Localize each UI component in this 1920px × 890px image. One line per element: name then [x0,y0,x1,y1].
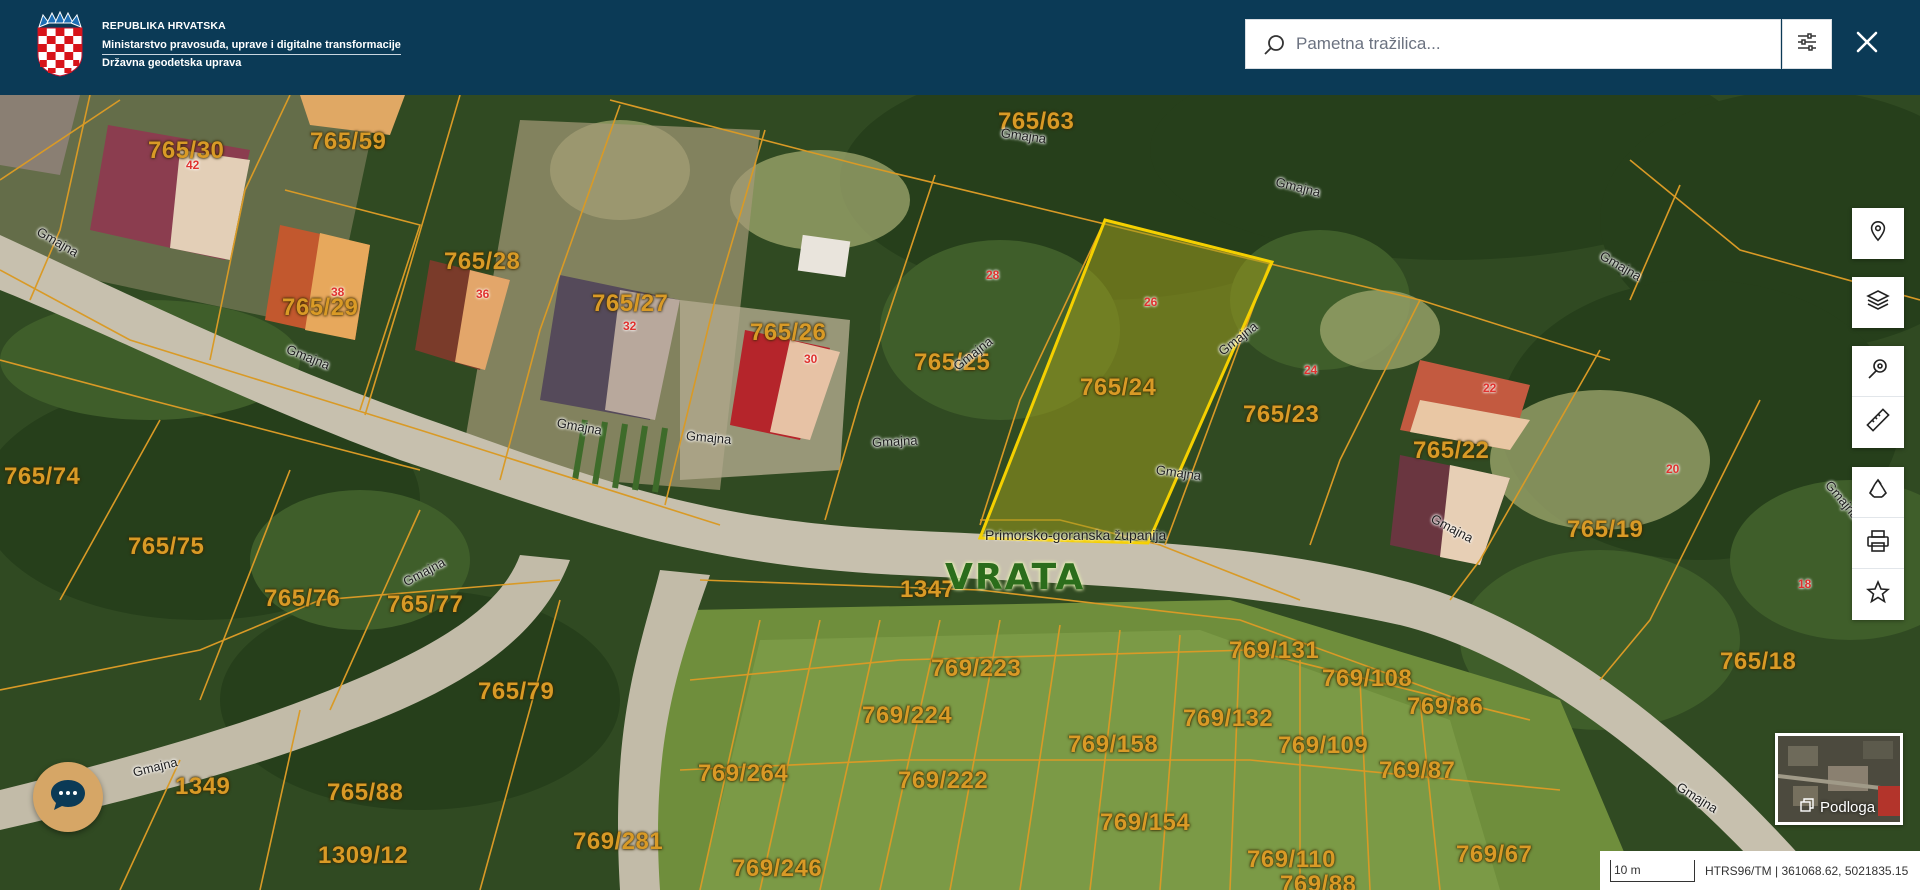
coordinates-readout: HTRS96/TM | 361068.62, 5021835.15 [1705,863,1909,878]
parcel-label: 769/222 [898,767,989,794]
house-number: 32 [623,319,637,333]
parcel-label: 769/110 [1247,846,1336,873]
favorites-button[interactable] [1852,569,1904,620]
parcel-label: 765/27 [592,290,669,317]
toolbar-group-layers [1852,277,1904,328]
parcel-label: 765/28 [444,248,521,275]
county-boundary-label: Primorsko-goranska županija [985,527,1167,543]
parcel-label: 765/88 [327,779,404,806]
parcel-label: 769/131 [1229,637,1320,664]
basemap-switcher[interactable]: Podloga [1775,733,1903,825]
scale-bar: 10 m [1610,859,1695,882]
smart-search-box[interactable] [1245,19,1781,69]
parcel-label: 765/74 [4,463,81,490]
status-bar: 10 m HTRS96/TM | 361068.62, 5021835.15 [1600,851,1920,890]
house-number: 26 [1144,295,1158,309]
house-number: 42 [186,158,200,172]
close-icon [1855,30,1879,59]
app-header: REPUBLIKA HRVATSKA Ministarstvo pravosuđ… [0,0,1920,95]
chat-bubble-icon [49,778,87,817]
org-line-1: REPUBLIKA HRVATSKA [102,20,226,32]
place-name-label: VRATA [945,557,1086,598]
organization-name: REPUBLIKA HRVATSKA Ministarstvo pravosuđ… [102,18,401,72]
parcel-label: 765/26 [750,319,827,346]
parcel-label-selected[interactable]: 765/24 [1080,374,1156,402]
search-icon [1262,33,1286,57]
org-line-3: Državna geodetska uprava [102,57,242,69]
parcel-label: 769/132 [1183,705,1274,732]
org-line-2[interactable]: Ministarstvo pravosuđa, uprave i digital… [102,37,401,55]
house-number: 36 [476,287,490,301]
parcel-label: 1309/12 [318,842,409,869]
toolbar-group-tools [1852,346,1904,448]
my-location-button[interactable] [1852,208,1904,259]
parcel-label: 769/158 [1068,731,1159,758]
parcel-label: 765/29 [282,294,359,321]
house-number: 18 [1798,577,1812,591]
house-number: 30 [804,352,818,366]
print-button[interactable] [1852,518,1904,569]
parcel-label: 769/67 [1456,841,1533,868]
parcel-label: 765/79 [478,678,555,705]
croatian-coat-of-arms-icon[interactable] [36,10,84,77]
parcel-label: 765/22 [1413,437,1490,464]
parcel-label: 765/18 [1720,648,1797,675]
house-number: 24 [1304,363,1318,377]
parcel-label: 765/75 [128,533,205,560]
star-icon [1865,579,1891,609]
print-icon [1866,529,1890,558]
layers-icon [1866,288,1890,317]
close-button[interactable] [1850,22,1884,66]
parcel-label: 765/19 [1567,516,1644,543]
parcel-label: 1349 [175,773,231,800]
basemap-icon [1800,798,1814,816]
street-label: Gmajna [871,432,918,450]
search-location-icon [1866,357,1890,386]
house-number: 22 [1483,381,1497,395]
chat-button[interactable] [33,762,103,832]
parcel-label: 769/223 [931,655,1022,682]
parcel-label: 765/23 [1243,401,1320,428]
layers-button[interactable] [1852,277,1904,328]
toolbar-group-actions [1852,467,1904,620]
parcel-label: 769/281 [573,828,664,855]
search-filter-button[interactable] [1782,19,1832,69]
measure-button[interactable] [1852,397,1904,448]
parcel-label: 769/224 [862,702,953,729]
ruler-icon [1866,408,1890,437]
basemap-label-text: Podloga [1820,798,1876,816]
house-number: 20 [1666,462,1680,476]
parcel-label: 769/87 [1379,757,1456,784]
parcel-label: 769/108 [1322,665,1413,692]
house-number: 38 [331,285,345,299]
parcel-label: 769/154 [1100,809,1191,836]
toolbar-group-location [1852,208,1904,259]
sliders-icon [1797,32,1817,57]
parcel-label: 769/109 [1278,732,1369,759]
parcel-label: 765/59 [310,128,387,155]
house-number: 28 [986,268,1000,282]
map-view[interactable]: 765/63 765/30 765/59 765/28 765/29 765/2… [0,95,1920,890]
parcel-label: 769/88 [1280,871,1357,890]
search-location-button[interactable] [1852,346,1904,397]
parcel-label: 765/76 [264,585,341,612]
search-input[interactable] [1296,20,1776,68]
parcel-label: 769/86 [1407,693,1484,720]
basemap-label: Podloga [1800,798,1875,816]
parcel-label: 769/264 [698,760,789,787]
parcel-label: 765/77 [387,591,464,618]
parcel-label: 769/246 [732,855,823,882]
location-pin-icon [1867,220,1889,247]
recycle-button[interactable] [1852,467,1904,518]
recycle-icon [1866,478,1890,507]
